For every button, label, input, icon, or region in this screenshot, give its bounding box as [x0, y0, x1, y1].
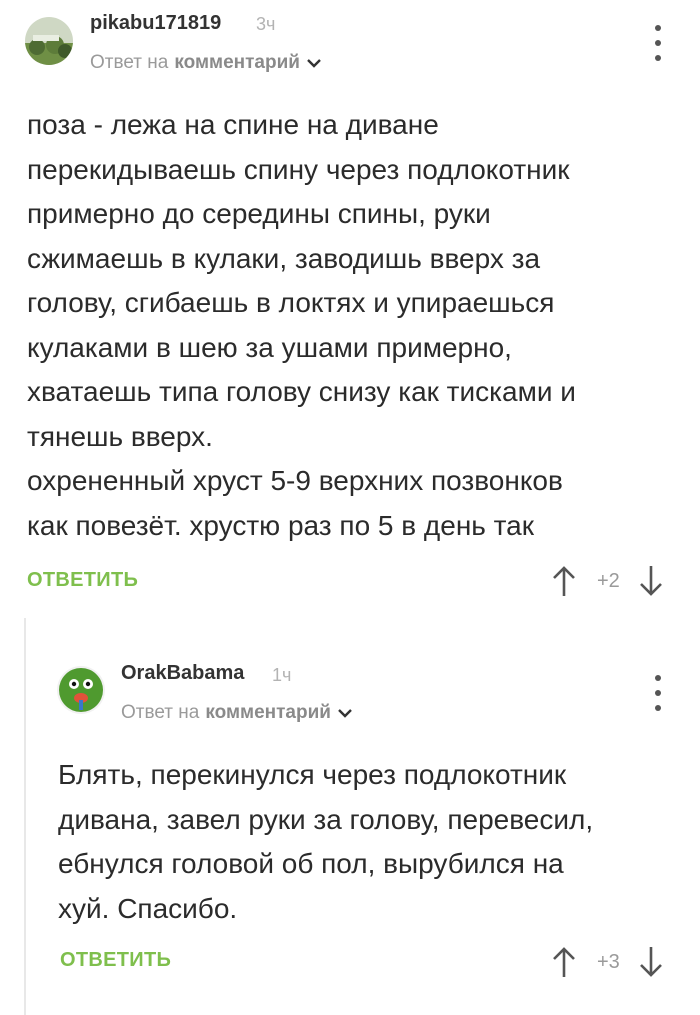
chevron-down-icon[interactable] [306, 57, 322, 69]
comment-time: 3ч [256, 14, 276, 34]
arrow-down-icon[interactable] [636, 563, 666, 599]
more-vertical-icon[interactable] [648, 675, 668, 711]
comment-time: 1ч [272, 665, 292, 685]
more-vertical-icon[interactable] [648, 25, 668, 61]
rating: +2 [597, 569, 620, 592]
arrow-up-icon[interactable] [549, 944, 579, 980]
comment-text: Блять, перекинулся через подлокотник див… [58, 759, 594, 924]
arrow-up-icon[interactable] [549, 563, 579, 599]
username[interactable]: OrakBabama [121, 662, 244, 685]
vote-controls: +3 [549, 944, 666, 980]
reply-button[interactable]: ОТВЕТИТЬ [27, 569, 138, 592]
comment-text: поза - лежа на спине на диване перекидыв… [27, 109, 576, 541]
reply-target[interactable]: комментарий [205, 702, 331, 724]
chevron-down-icon[interactable] [337, 707, 353, 719]
avatar[interactable] [57, 666, 105, 714]
username[interactable]: pikabu171819 [90, 12, 221, 35]
avatar[interactable] [25, 17, 73, 65]
reply-to-link[interactable]: Ответ на комментарий [90, 52, 322, 74]
reply-prefix: Ответ на [90, 52, 169, 73]
vote-controls: +2 [549, 563, 666, 599]
reply-target[interactable]: комментарий [174, 52, 300, 74]
reply-button[interactable]: ОТВЕТИТЬ [60, 949, 171, 972]
reply-to-link[interactable]: Ответ на комментарий [121, 702, 353, 724]
arrow-down-icon[interactable] [636, 944, 666, 980]
rating: +3 [597, 950, 620, 973]
reply-prefix: Ответ на [121, 702, 200, 723]
comment: pikabu171819 3ч Ответ на комментарий поз… [0, 0, 700, 610]
